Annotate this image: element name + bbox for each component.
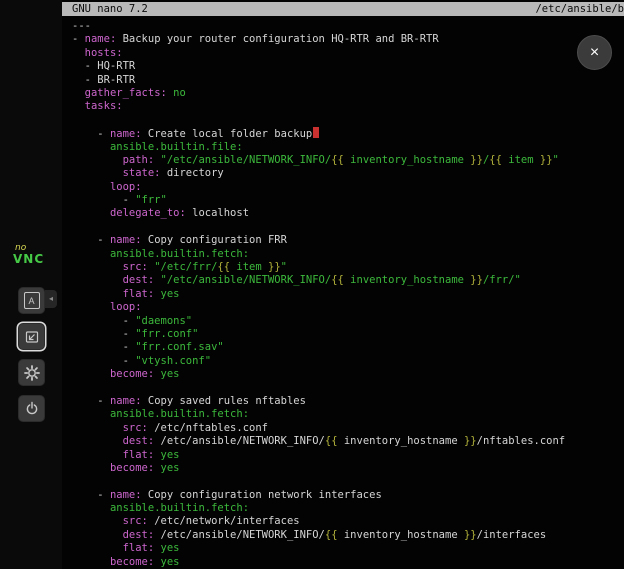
code-line: dest: /etc/ansible/NETWORK_INFO/{{ inven… bbox=[72, 435, 624, 448]
close-button[interactable]: × bbox=[577, 35, 612, 70]
code-line bbox=[72, 114, 624, 127]
code-line: gather_facts: no bbox=[72, 87, 624, 100]
code-line: ansible.builtin.fetch: bbox=[72, 248, 624, 261]
code-line: --- bbox=[72, 20, 624, 33]
logo-text-vnc: VNC bbox=[13, 253, 49, 265]
control-bar-buttons: A bbox=[18, 287, 45, 422]
code-line: become: yes bbox=[72, 556, 624, 569]
code-line: - HQ-RTR bbox=[72, 60, 624, 73]
terminal-window[interactable]: GNU nano 7.2 /etc/ansible/b ---- name: B… bbox=[62, 0, 624, 569]
code-line: tasks: bbox=[72, 100, 624, 113]
vnc-control-bar: no VNC ◂ A bbox=[0, 0, 62, 569]
settings-button[interactable] bbox=[18, 359, 45, 386]
code-line: - name: Copy saved rules nftables bbox=[72, 395, 624, 408]
collapse-arrow-icon: ◂ bbox=[49, 295, 53, 303]
code-line: flat: yes bbox=[72, 449, 624, 462]
terminal-body[interactable]: ---- name: Backup your router configurat… bbox=[62, 16, 624, 569]
code-line: dest: "/etc/ansible/NETWORK_INFO/{{ inve… bbox=[72, 274, 624, 287]
code-line: - "frr.conf.sav" bbox=[72, 341, 624, 354]
clipboard-icon: A bbox=[24, 292, 40, 309]
nano-filename: /etc/ansible/b bbox=[535, 2, 624, 16]
close-icon: × bbox=[590, 45, 599, 61]
novnc-logo: no VNC bbox=[13, 244, 49, 271]
text-cursor bbox=[313, 127, 319, 138]
code-line: flat: yes bbox=[72, 288, 624, 301]
power-button[interactable] bbox=[18, 395, 45, 422]
code-line: - name: Copy configuration FRR bbox=[72, 234, 624, 247]
code-line: src: /etc/network/interfaces bbox=[72, 515, 624, 528]
code-line: state: directory bbox=[72, 167, 624, 180]
code-line: become: yes bbox=[72, 462, 624, 475]
control-bar-handle[interactable]: ◂ bbox=[45, 290, 57, 308]
fullscreen-button[interactable] bbox=[18, 323, 45, 350]
code-line: path: "/etc/ansible/NETWORK_INFO/{{ inve… bbox=[72, 154, 624, 167]
code-line: ansible.builtin.fetch: bbox=[72, 408, 624, 421]
code-line: hosts: bbox=[72, 47, 624, 60]
nano-titlebar: GNU nano 7.2 /etc/ansible/b bbox=[62, 2, 624, 16]
power-icon bbox=[24, 401, 40, 417]
gear-icon bbox=[23, 364, 41, 382]
code-line: ansible.builtin.fetch: bbox=[72, 502, 624, 515]
code-line: delegate_to: localhost bbox=[72, 207, 624, 220]
code-line bbox=[72, 475, 624, 488]
code-line: src: /etc/nftables.conf bbox=[72, 422, 624, 435]
code-line bbox=[72, 382, 624, 395]
code-line: - "daemons" bbox=[72, 315, 624, 328]
code-line: loop: bbox=[72, 181, 624, 194]
code-line: - name: Create local folder backup bbox=[72, 127, 624, 140]
code-line: dest: /etc/ansible/NETWORK_INFO/{{ inven… bbox=[72, 529, 624, 542]
code-line: - BR-RTR bbox=[72, 74, 624, 87]
clipboard-button[interactable]: A bbox=[18, 287, 45, 314]
code-line: become: yes bbox=[72, 368, 624, 381]
code-line: - "frr" bbox=[72, 194, 624, 207]
code-line bbox=[72, 221, 624, 234]
clipboard-icon-letter: A bbox=[28, 296, 34, 306]
code-line: ansible.builtin.file: bbox=[72, 141, 624, 154]
code-line: - name: Backup your router configuration… bbox=[72, 33, 624, 46]
code-line: src: "/etc/frr/{{ item }}" bbox=[72, 261, 624, 274]
code-line: - "frr.conf" bbox=[72, 328, 624, 341]
fullscreen-icon bbox=[24, 329, 40, 345]
code-line: - name: Copy configuration network inter… bbox=[72, 489, 624, 502]
code-line: flat: yes bbox=[72, 542, 624, 555]
vnc-screen: no VNC ◂ A bbox=[0, 0, 624, 569]
nano-version: GNU nano 7.2 bbox=[72, 3, 148, 15]
code-line: - "vtysh.conf" bbox=[72, 355, 624, 368]
code-line: loop: bbox=[72, 301, 624, 314]
